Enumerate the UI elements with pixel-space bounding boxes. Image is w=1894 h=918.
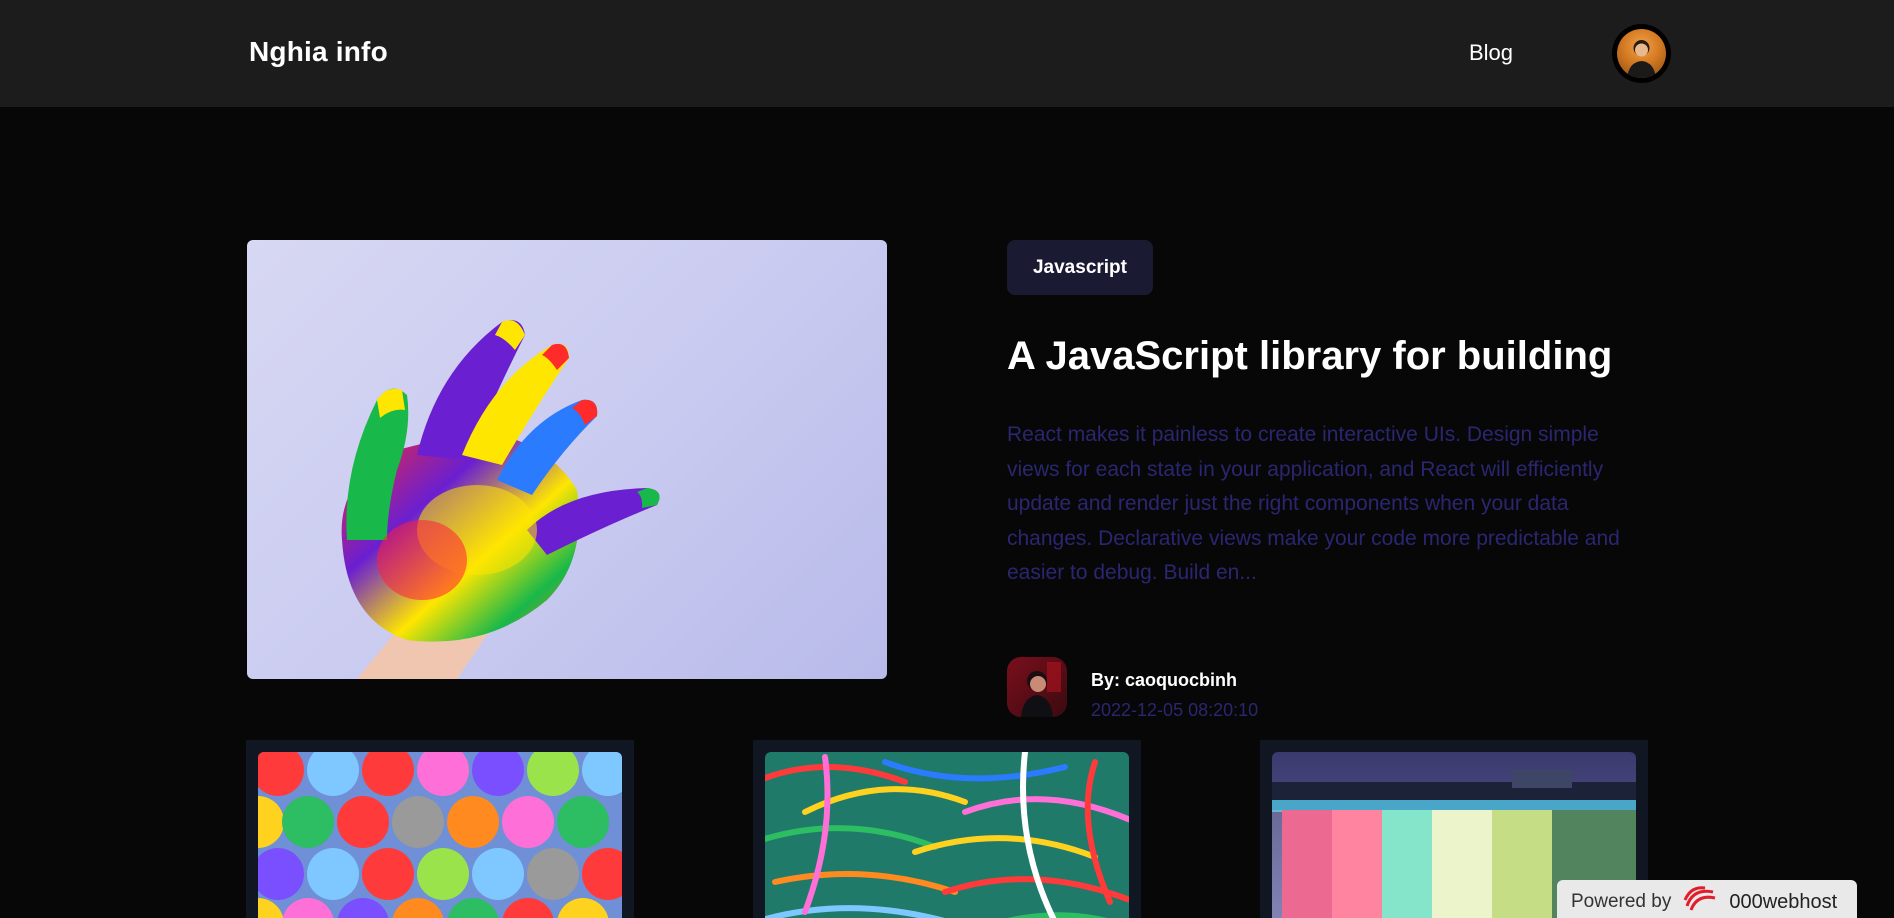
post-card[interactable]: [753, 740, 1141, 918]
featured-post-excerpt: React makes it painless to create intera…: [1007, 423, 1620, 584]
featured-post-image[interactable]: [247, 240, 887, 679]
category-tag[interactable]: Javascript: [1007, 240, 1153, 295]
powered-by-badge[interactable]: Powered by 000webhost: [1557, 880, 1857, 918]
site-header: Nghia info Blog: [0, 0, 1894, 107]
post-card-image-paperclips: [765, 752, 1129, 918]
user-avatar[interactable]: [1612, 24, 1671, 83]
avatar-photo: [1617, 29, 1666, 78]
post-card-image-umbrellas: [258, 752, 622, 918]
author-name: By: caoquocbinh: [1091, 670, 1238, 690]
post-date: 2022-12-05 08:20:10: [1091, 700, 1259, 720]
site-logo[interactable]: Nghia info: [249, 36, 388, 68]
post-card[interactable]: [246, 740, 634, 918]
featured-post-title[interactable]: A JavaScript library for building: [1007, 334, 1707, 379]
powered-by-label: Powered by: [1571, 891, 1672, 912]
author-avatar: [1007, 657, 1067, 717]
webhost-logo-icon: [1683, 886, 1717, 918]
powered-by-brand: 000webhost: [1729, 890, 1838, 913]
nav-link-blog[interactable]: Blog: [1469, 40, 1513, 66]
